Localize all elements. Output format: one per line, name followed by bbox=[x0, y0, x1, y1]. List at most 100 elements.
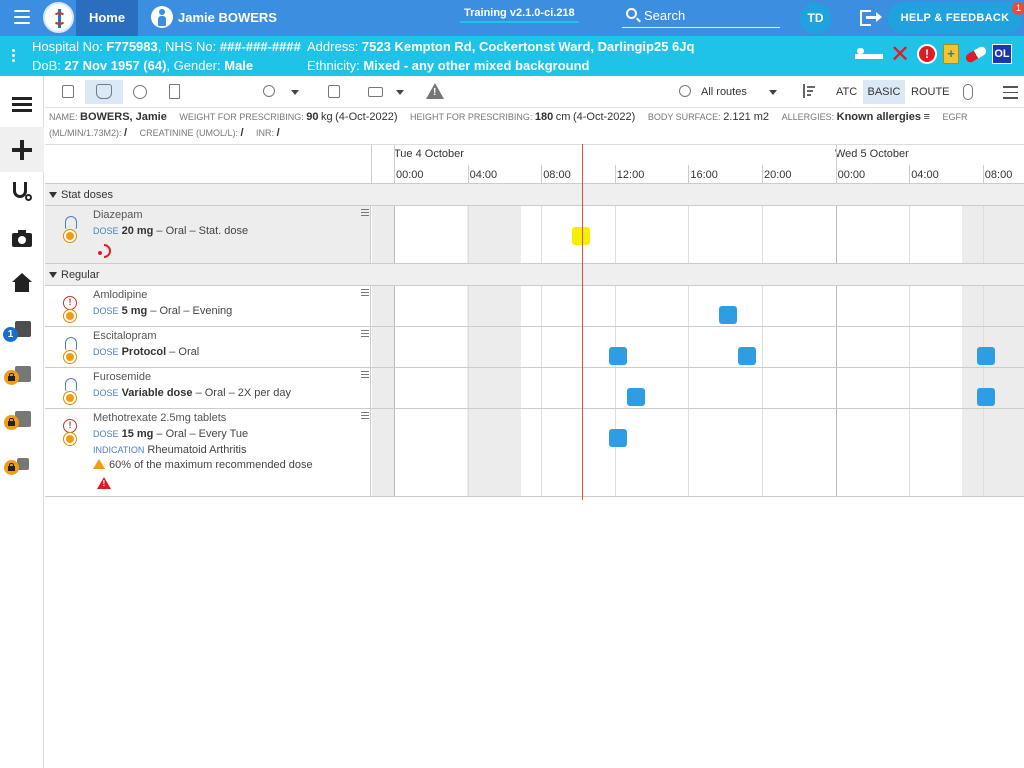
dose-grid[interactable] bbox=[372, 409, 1024, 496]
row-menu-icon[interactable] bbox=[361, 289, 369, 298]
medication-row[interactable]: Escitalopram DOSE Protocol – Oral bbox=[45, 327, 1024, 368]
grid-line bbox=[394, 327, 395, 367]
help-notification-badge: 1 bbox=[1012, 2, 1024, 15]
container-icon[interactable]: + bbox=[943, 44, 959, 64]
row-menu-icon[interactable] bbox=[361, 330, 369, 339]
administer-icon[interactable] bbox=[55, 80, 79, 104]
clipboard-icon[interactable] bbox=[0, 352, 44, 397]
medication-info[interactable]: Escitalopram DOSE Protocol – Oral bbox=[45, 327, 371, 367]
exclamation-icon[interactable]: ! bbox=[917, 44, 937, 64]
activity-icon[interactable] bbox=[0, 397, 44, 442]
signal-icon[interactable] bbox=[97, 244, 109, 256]
add-icon[interactable] bbox=[0, 442, 44, 487]
routes-dropdown[interactable]: All routes bbox=[677, 80, 797, 104]
home-icon[interactable] bbox=[0, 262, 44, 307]
dose-grid[interactable] bbox=[372, 368, 1024, 408]
grid-line bbox=[835, 368, 837, 408]
logout-icon[interactable] bbox=[860, 10, 882, 26]
night-shade bbox=[962, 206, 1024, 263]
print-caret-icon[interactable] bbox=[396, 90, 404, 95]
night-shade bbox=[372, 327, 394, 367]
grid-line bbox=[909, 409, 911, 496]
pill-off-icon[interactable] bbox=[127, 80, 151, 104]
height-field: HEIGHT FOR PRESCRIBING: 180 cm (4-Oct-20… bbox=[410, 111, 636, 123]
grid-line bbox=[762, 327, 763, 367]
night-shade bbox=[467, 368, 521, 408]
more-menu-icon[interactable] bbox=[1003, 86, 1018, 103]
collapse-caret-icon[interactable] bbox=[49, 272, 57, 278]
medication-info[interactable]: ! Methotrexate 2.5mg tablets DOSE 15 mg – … bbox=[45, 409, 371, 496]
row-menu-icon[interactable] bbox=[361, 209, 369, 218]
dose-grid[interactable] bbox=[372, 286, 1024, 326]
plus-icon[interactable] bbox=[0, 127, 44, 172]
section-header[interactable]: Stat doses bbox=[45, 184, 1024, 206]
timeline-gridline bbox=[762, 165, 763, 185]
grid-line bbox=[835, 286, 837, 326]
edit-icon[interactable]: 1 bbox=[0, 307, 44, 352]
medication-row[interactable]: ! Amlodipine DOSE 5 mg – Oral – Evening bbox=[45, 286, 1024, 327]
user-avatar[interactable]: TD bbox=[800, 3, 831, 34]
medication-info[interactable]: Furosemide DOSE Variable dose – Oral – 2X… bbox=[45, 368, 371, 408]
add-medication-icon[interactable] bbox=[257, 80, 281, 104]
grid-line bbox=[467, 409, 469, 496]
patient-name-tab[interactable]: Jamie BOWERS bbox=[178, 10, 277, 25]
dose-grid[interactable] bbox=[372, 206, 1024, 263]
timeline-gridline bbox=[541, 165, 543, 185]
ol-badge[interactable]: OL bbox=[992, 44, 1012, 64]
section-header[interactable]: Regular bbox=[45, 264, 1024, 286]
help-feedback-button[interactable]: HELP & FEEDBACK bbox=[888, 2, 1022, 34]
medication-dose: DOSE 15 mg – Oral – Every Tue bbox=[93, 428, 249, 440]
scheduled-dose-block[interactable] bbox=[737, 347, 756, 365]
route-view-button[interactable]: ROUTE bbox=[911, 86, 950, 98]
row-menu-icon[interactable] bbox=[361, 412, 369, 421]
calendar-icon[interactable] bbox=[321, 80, 345, 104]
list-icon[interactable] bbox=[0, 82, 44, 127]
row-menu-icon[interactable] bbox=[361, 371, 369, 380]
warning-icon[interactable] bbox=[422, 80, 446, 104]
sort-icon[interactable] bbox=[801, 80, 817, 104]
egfr-label: EGFR bbox=[942, 112, 968, 122]
scheduled-dose-block[interactable] bbox=[608, 347, 627, 365]
pill-icon[interactable] bbox=[964, 45, 988, 64]
x-icon[interactable]: ✕ bbox=[889, 43, 911, 67]
alert-triangle-icon[interactable] bbox=[97, 477, 111, 489]
camera-icon[interactable] bbox=[0, 217, 44, 262]
weight-field: WEIGHT FOR PRESCRIBING: 90 kg (4-Oct-202… bbox=[179, 111, 398, 123]
medication-dose: DOSE Variable dose – Oral – 2X per day bbox=[93, 387, 291, 399]
app-logo[interactable] bbox=[43, 2, 74, 33]
grid-line bbox=[688, 409, 690, 496]
dose-grid[interactable] bbox=[372, 327, 1024, 367]
home-tab[interactable]: Home bbox=[76, 0, 138, 36]
basic-view-button[interactable]: BASIC bbox=[863, 80, 905, 104]
night-shade bbox=[962, 286, 1024, 326]
medication-row[interactable]: Furosemide DOSE Variable dose – Oral – 2X… bbox=[45, 368, 1024, 409]
atc-view-button[interactable]: ATC bbox=[836, 86, 857, 98]
add-medication-caret-icon[interactable] bbox=[291, 90, 299, 95]
stethoscope-icon[interactable] bbox=[0, 172, 44, 217]
grid-line bbox=[467, 327, 469, 367]
scheduled-dose-block[interactable] bbox=[627, 388, 646, 406]
name-field: NAME: BOWERS, Jamie bbox=[49, 111, 167, 123]
print-icon[interactable] bbox=[361, 80, 385, 104]
medication-info[interactable]: Diazepam DOSE 20 mg – Oral – Stat. dose bbox=[45, 206, 371, 263]
hamburger-menu-icon[interactable] bbox=[14, 10, 30, 24]
grid-line bbox=[835, 327, 837, 367]
capsule-icon[interactable] bbox=[958, 80, 982, 104]
bed-icon[interactable] bbox=[855, 48, 883, 62]
grid-line bbox=[467, 368, 469, 408]
scheduled-dose-block[interactable] bbox=[976, 347, 995, 365]
scheduled-dose-block[interactable] bbox=[719, 306, 738, 324]
search-button[interactable]: Search bbox=[622, 4, 780, 28]
banner-more-icon[interactable] bbox=[12, 49, 16, 64]
night-shade bbox=[372, 368, 394, 408]
collapse-caret-icon[interactable] bbox=[49, 192, 57, 198]
medication-row[interactable]: Diazepam DOSE 20 mg – Oral – Stat. dose bbox=[45, 206, 1024, 264]
document-icon[interactable] bbox=[162, 80, 186, 104]
hand-icon[interactable] bbox=[85, 80, 123, 104]
scheduled-dose-block[interactable] bbox=[976, 388, 995, 406]
medication-row[interactable]: ! Methotrexate 2.5mg tablets DOSE 15 mg – … bbox=[45, 409, 1024, 497]
allergies-field[interactable]: ALLERGIES: Known allergies ≡ bbox=[782, 111, 930, 123]
grid-divider bbox=[371, 145, 372, 185]
medication-info[interactable]: ! Amlodipine DOSE 5 mg – Oral – Evening bbox=[45, 286, 371, 326]
scheduled-dose-block[interactable] bbox=[608, 429, 627, 447]
